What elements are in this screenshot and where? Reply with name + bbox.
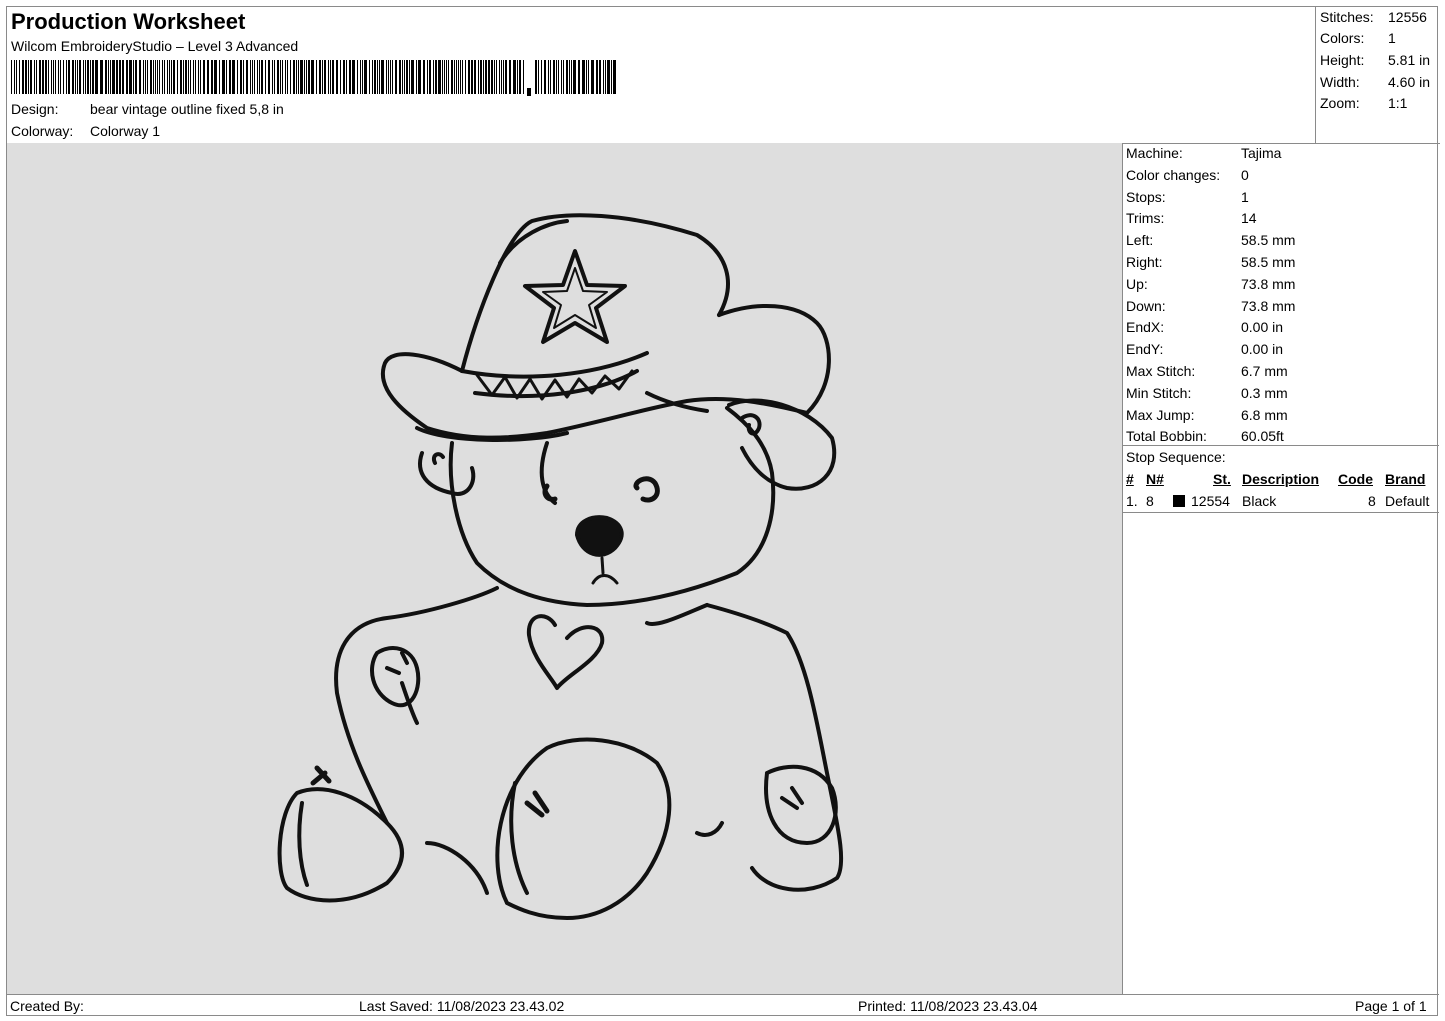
- divider: [1123, 512, 1439, 513]
- machine-info-label: Max Jump:: [1126, 406, 1195, 423]
- created-by: Created By:: [10, 998, 84, 1014]
- colors-row: Colors: 1: [1320, 30, 1396, 46]
- row-stitches: 12554: [1191, 493, 1230, 509]
- machine-info-label: Up:: [1126, 275, 1148, 292]
- machine-info-label: EndY:: [1126, 341, 1164, 358]
- machine-info-value: 73.8 mm: [1241, 275, 1296, 292]
- machine-info-value: 6.7 mm: [1241, 363, 1288, 379]
- printed-date: Printed: 11/08/2023 23.43.04: [858, 998, 1038, 1014]
- machine-info-label: Down:: [1126, 297, 1166, 314]
- machine-info-row: Machine: Tajima: [1126, 145, 1281, 161]
- bear-embroidery-image: [277, 213, 844, 920]
- design-label: Design:: [11, 101, 59, 117]
- zoom-row: Zoom: 1:1: [1320, 95, 1407, 111]
- worksheet-footer: Created By: Last Saved: 11/08/2023 23.43…: [7, 994, 1439, 1017]
- col-header-stitches: St.: [1213, 471, 1231, 487]
- colorway-label: Colorway:: [11, 123, 74, 139]
- stop-sequence-title: Stop Sequence:: [1126, 449, 1226, 465]
- design-summary: Stitches: 12556 Colors: 1 Height: 5.81 in W…: [1315, 7, 1440, 144]
- colorway-row: Colorway: Colorway 1: [11, 123, 160, 139]
- machine-info-panel: Machine: Tajima Color changes: 0 Stops: 1 Trim…: [1123, 143, 1439, 994]
- width-row: Width: 4.60 in: [1320, 74, 1430, 90]
- machine-info-value: 0.3 mm: [1241, 384, 1288, 401]
- colors-label: Colors:: [1320, 30, 1365, 46]
- col-header-brand: Brand: [1385, 471, 1426, 487]
- machine-info-label: Stops:: [1126, 188, 1166, 205]
- machine-info-row: Up: 73.8 mm: [1126, 276, 1295, 292]
- machine-info-label: Max Stitch:: [1126, 363, 1196, 379]
- colors-value: 1: [1388, 30, 1396, 46]
- height-row: Height: 5.81 in: [1320, 52, 1430, 68]
- machine-info-row: Total Bobbin: 60.05ft: [1126, 428, 1284, 444]
- software-name: Wilcom EmbroideryStudio – Level 3 Advanc…: [11, 38, 299, 54]
- machine-info-row: Left: 58.5 mm: [1126, 232, 1295, 248]
- row-num: 1.: [1126, 493, 1138, 509]
- machine-info-value: 58.5 mm: [1241, 232, 1296, 249]
- row-description: Black: [1242, 493, 1277, 509]
- machine-info-value: 60.05ft: [1241, 428, 1284, 445]
- design-value: bear vintage outline fixed 5,8 in: [90, 101, 284, 117]
- barcode: [11, 60, 616, 96]
- height-label: Height:: [1320, 52, 1365, 68]
- machine-info-label: Machine:: [1126, 145, 1183, 161]
- machine-info-value: 58.5 mm: [1241, 254, 1296, 270]
- machine-info-row: Max Stitch: 6.7 mm: [1126, 363, 1288, 379]
- last-saved: Last Saved: 11/08/2023 23.43.02: [359, 998, 565, 1014]
- col-header-code: Code: [1338, 471, 1373, 487]
- col-header-description: Description: [1242, 471, 1320, 487]
- row-brand: Default: [1385, 493, 1430, 509]
- machine-info-value: 0.00 in: [1241, 319, 1284, 336]
- machine-info-row: EndX: 0.00 in: [1126, 319, 1283, 335]
- machine-info-label: Right:: [1126, 254, 1163, 270]
- height-value: 5.81 in: [1388, 52, 1431, 68]
- width-value: 4.60 in: [1388, 74, 1431, 90]
- page-title: Production Worksheet: [11, 9, 246, 34]
- machine-info-value: 0.00 in: [1241, 341, 1284, 358]
- machine-info-label: EndX:: [1126, 319, 1165, 336]
- machine-info-value: 0: [1241, 166, 1249, 183]
- stitches-value: 12556: [1388, 9, 1427, 25]
- stitches-row: Stitches: 12556: [1320, 9, 1427, 25]
- page-number: Page 1 of 1: [1355, 998, 1427, 1014]
- machine-info-row: Down: 73.8 mm: [1126, 298, 1295, 314]
- machine-info-row: Right: 58.5 mm: [1126, 254, 1295, 270]
- machine-info-label: Trims:: [1126, 210, 1165, 227]
- stitches-label: Stitches:: [1320, 9, 1374, 25]
- thread-color-swatch: [1173, 495, 1185, 507]
- machine-info-value: 6.8 mm: [1241, 406, 1288, 423]
- zoom-value: 1:1: [1388, 95, 1408, 111]
- zoom-label: Zoom:: [1320, 95, 1360, 111]
- machine-info-label: Total Bobbin:: [1126, 428, 1207, 445]
- colorway-value: Colorway 1: [90, 123, 161, 139]
- machine-info-label: Left:: [1126, 232, 1154, 249]
- row-code: 8: [1368, 493, 1376, 509]
- divider: [1123, 445, 1439, 446]
- machine-info-row: Stops: 1: [1126, 189, 1249, 205]
- machine-info-label: Color changes:: [1126, 166, 1221, 183]
- col-header-num: #: [1126, 471, 1134, 487]
- machine-info-value: 14: [1241, 210, 1257, 227]
- design-row: Design: bear vintage outline fixed 5,8 in: [11, 101, 284, 117]
- machine-info-value: 73.8 mm: [1241, 297, 1296, 314]
- worksheet-frame: Production Worksheet Wilcom EmbroiderySt…: [6, 6, 1440, 1017]
- machine-info-row: Max Jump: 6.8 mm: [1126, 407, 1288, 423]
- machine-info-row: Trims: 14: [1126, 210, 1257, 226]
- machine-info-value: Tajima: [1241, 145, 1282, 161]
- machine-info-row: Color changes: 0: [1126, 167, 1249, 183]
- row-needle: 8: [1146, 493, 1154, 509]
- machine-info-value: 1: [1241, 188, 1249, 205]
- width-label: Width:: [1320, 74, 1360, 90]
- machine-info-label: Min Stitch:: [1126, 384, 1192, 401]
- col-header-needle: N#: [1146, 471, 1164, 487]
- machine-info-row: EndY: 0.00 in: [1126, 341, 1283, 357]
- machine-info-row: Min Stitch: 0.3 mm: [1126, 385, 1288, 401]
- worksheet-header: Production Worksheet Wilcom EmbroiderySt…: [7, 7, 1315, 144]
- design-preview: [7, 143, 1123, 994]
